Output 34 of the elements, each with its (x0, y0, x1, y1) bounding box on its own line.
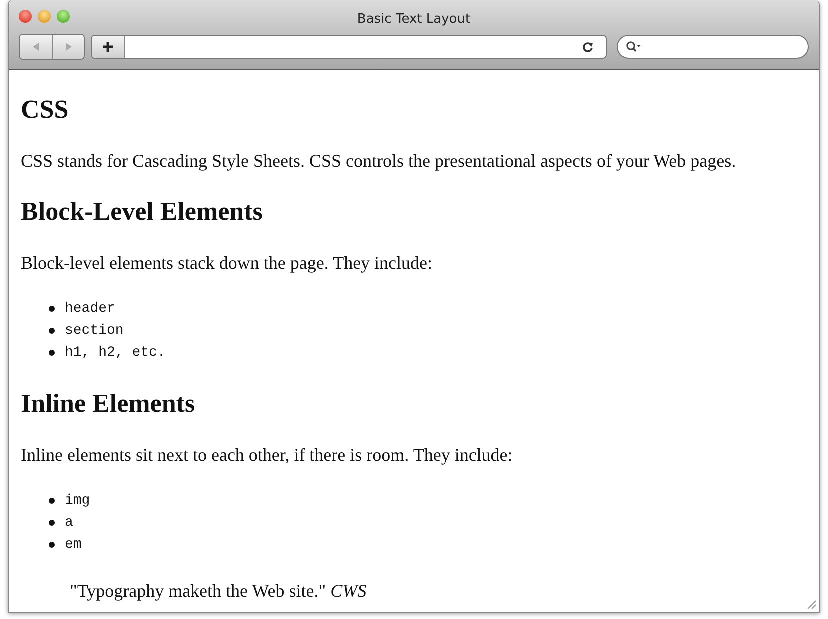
forward-button[interactable] (52, 35, 84, 59)
bullet-icon (49, 498, 55, 504)
back-button[interactable] (20, 35, 52, 59)
address-field[interactable] (91, 35, 607, 59)
close-icon[interactable] (19, 10, 32, 23)
section-heading: CSS (21, 94, 69, 126)
list-item: em (65, 537, 82, 553)
minimize-icon[interactable] (38, 10, 51, 23)
add-bookmark-button[interactable] (92, 36, 125, 58)
bullet-icon (49, 542, 55, 548)
paragraph: Block-level elements stack down the page. They include: (21, 252, 433, 274)
paragraph: CSS stands for Cascading Style Sheets. CSS controls the presentational aspects of your Web pages. (21, 150, 736, 172)
section-heading: Inline Elements (21, 388, 196, 420)
resize-grip-icon[interactable] (805, 598, 817, 610)
search-icon (626, 41, 642, 53)
plus-icon (102, 41, 114, 53)
zoom-icon[interactable] (57, 10, 70, 23)
section-heading: Block-Level Elements (21, 196, 263, 228)
quotation: "Typography maketh the Web site." CWS (70, 580, 367, 602)
left-triangle-icon (31, 42, 41, 52)
list-item: img (65, 493, 90, 509)
list-item: h1, h2, etc. (65, 345, 166, 361)
bullet-icon (49, 306, 55, 312)
window-title: Basic Text Layout (357, 12, 471, 26)
paragraph: Inline elements sit next to each other, if there is room. They include: (21, 444, 513, 466)
list-item: a (65, 515, 74, 531)
right-triangle-icon (64, 42, 74, 52)
list-item: header (65, 301, 116, 317)
bullet-icon (49, 520, 55, 526)
list-item: section (65, 323, 124, 339)
bullet-icon (49, 328, 55, 334)
search-field[interactable] (617, 35, 809, 59)
reload-icon[interactable] (582, 41, 594, 53)
bullet-icon (49, 350, 55, 356)
